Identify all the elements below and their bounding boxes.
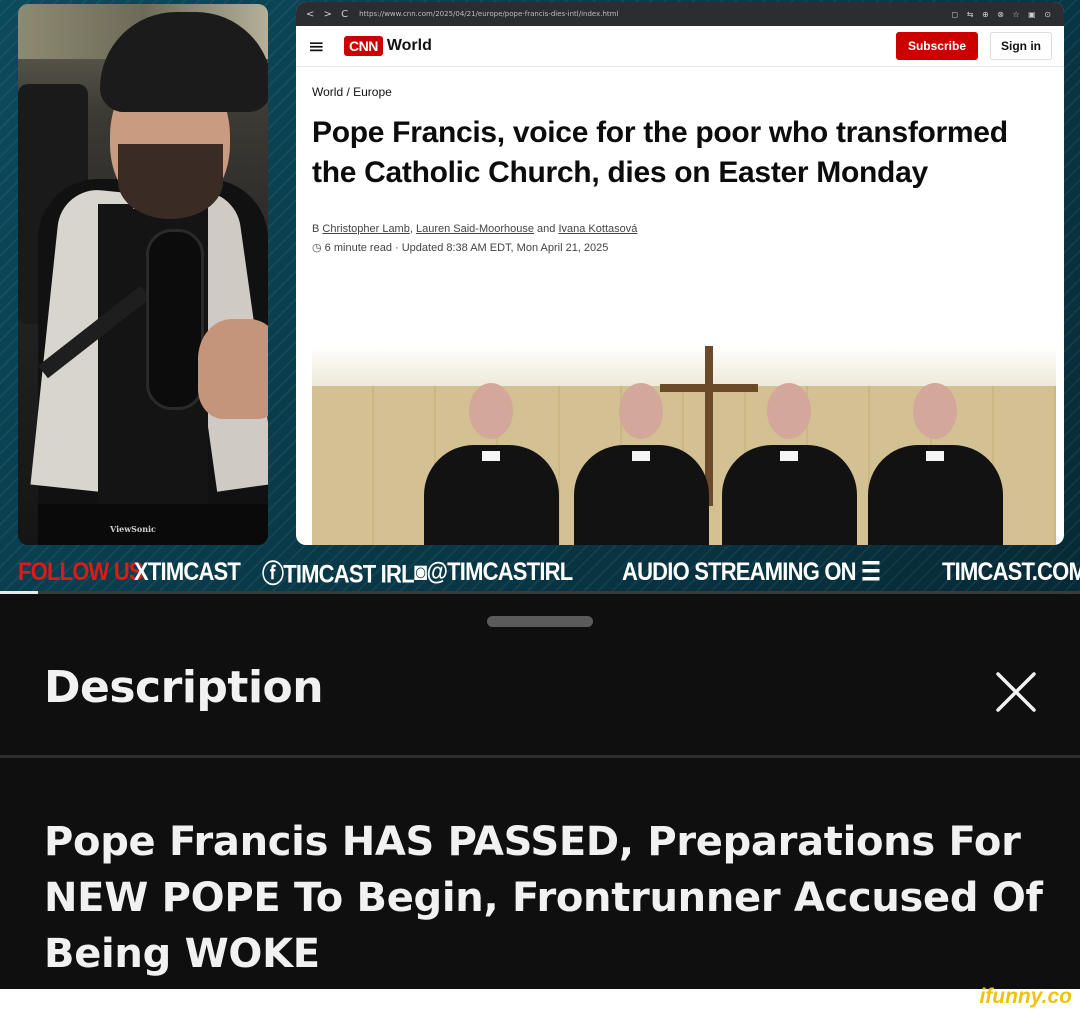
footer-bar: [0, 989, 1080, 1009]
byline-prefix: B: [312, 223, 320, 235]
clergy-figure: [722, 383, 857, 545]
breadcrumb: World / Europe: [312, 85, 392, 99]
close-icon[interactable]: [994, 670, 1038, 714]
article-headline: Pope Francis, voice for the poor who tra…: [312, 116, 1008, 189]
facebook-icon: ⓕ: [262, 559, 284, 589]
sheet-title: Description: [44, 662, 324, 713]
clergy-figure: [424, 383, 559, 545]
browser-toolbar: < > C https://www.cnn.com/2025/04/21/eur…: [296, 2, 1064, 26]
subscribe-button: Subscribe: [895, 32, 978, 60]
hamburger-menu-icon: ≡: [308, 34, 325, 58]
article-byline: B Christopher Lamb, Lauren Said-Moorhous…: [312, 223, 638, 235]
progress-fill: [0, 591, 38, 594]
sign-in-button: Sign in: [990, 32, 1052, 60]
description-sheet: Description Pope Francis HAS PASSED, Pre…: [0, 596, 1080, 989]
host-beard: [118, 144, 223, 219]
instagram-handle: ◙@TIMCASTIRL: [414, 557, 573, 586]
video-title: Pope Francis HAS PASSED, Preparations Fo…: [44, 819, 1043, 977]
browser-nav-icons: < > C: [306, 8, 352, 20]
x-handle: XTIMCAST: [134, 557, 241, 586]
monitor-brand: ViewSonic: [110, 524, 156, 534]
ifunny-watermark: ifunny.co: [979, 985, 1072, 1008]
address-bar: https://www.cnn.com/2025/04/21/europe/po…: [359, 10, 619, 18]
playback-progress[interactable]: [0, 591, 1080, 594]
updated-timestamp: Updated 8:38 AM EDT, Mon April 21, 2025: [401, 242, 609, 254]
follow-us-label: FOLLOW US: [18, 557, 144, 586]
cnn-header: ≡ CNN World Subscribe Sign in: [296, 26, 1064, 67]
webcam-feed: ViewSonic: [18, 4, 268, 545]
audio-streaming-label: AUDIO STREAMING ON ☰: [622, 557, 881, 586]
spotify-icon: ☰: [861, 557, 881, 586]
social-ticker: FOLLOW US XTIMCAST ⓕTIMCAST IRL ◙@TIMCAS…: [0, 549, 1080, 594]
drag-handle[interactable]: [487, 616, 593, 627]
article-photo: [312, 346, 1056, 545]
clergy-figure: [574, 383, 709, 545]
extension-icons: ◻ ⇆ ⊕ ⊗ ☆ ▣ ⊙: [951, 9, 1054, 19]
author-link: Christopher Lamb: [322, 223, 410, 235]
microphone: [146, 229, 204, 410]
cnn-logo: CNN: [344, 36, 383, 56]
clock-icon: ◷: [312, 242, 322, 254]
article: World / Europe Pope Francis, voice for t…: [296, 67, 1064, 254]
read-time: 6 minute read: [324, 242, 392, 254]
cnn-section-name: World: [386, 37, 432, 54]
facebook-handle: ⓕTIMCAST IRL: [262, 559, 415, 589]
clergy-figure: [868, 383, 1003, 545]
site-url: TIMCAST.COM: [942, 557, 1080, 586]
video-player[interactable]: ViewSonic < > C https://www.cnn.com/2025…: [0, 0, 1080, 594]
host-hand: [198, 319, 268, 419]
divider: [0, 755, 1080, 758]
browser-window: < > C https://www.cnn.com/2025/04/21/eur…: [296, 2, 1064, 545]
author-link: Ivana Kottasová: [558, 223, 638, 235]
article-meta: ◷ 6 minute read · Updated 8:38 AM EDT, M…: [312, 242, 609, 254]
instagram-icon: ◙: [414, 557, 427, 586]
author-link: Lauren Said-Moorhouse: [415, 223, 534, 235]
